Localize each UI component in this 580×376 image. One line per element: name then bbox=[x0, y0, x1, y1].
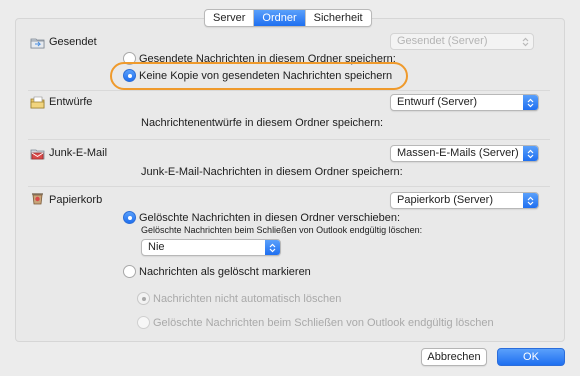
cancel-button[interactable]: Abbrechen bbox=[421, 348, 487, 366]
sent-folder-icon bbox=[30, 38, 45, 49]
divider bbox=[28, 90, 550, 91]
chevron-updown-icon bbox=[518, 34, 533, 49]
ok-button[interactable]: OK bbox=[497, 348, 565, 366]
trash-folder-popup-value: Papierkorb (Server) bbox=[397, 194, 493, 206]
chevron-updown-icon bbox=[265, 240, 280, 255]
tab-bar: Server Ordner Sicherheit bbox=[204, 9, 372, 27]
sent-nocopy-option[interactable]: Keine Kopie von gesendeten Nachrichten s… bbox=[123, 69, 392, 82]
trash-icon bbox=[32, 193, 43, 205]
trash-nodelete-label: Nachrichten nicht automatisch löschen bbox=[153, 292, 342, 305]
chevron-updown-icon bbox=[523, 95, 538, 110]
trash-purge-suboption: Gelöschte Nachrichten beim Schließen von… bbox=[137, 316, 494, 329]
junk-folder-popup[interactable]: Massen-E-Mails (Server) bbox=[390, 145, 539, 162]
divider bbox=[28, 139, 550, 140]
trash-mark-option[interactable]: Nachrichten als gelöscht markieren bbox=[123, 265, 311, 278]
sent-label: Gesendet bbox=[49, 36, 97, 48]
drafts-description: Nachrichtenentwürfe in diesem Ordner spe… bbox=[141, 117, 384, 129]
sent-folder-popup: Gesendet (Server) bbox=[390, 33, 534, 50]
chevron-updown-icon bbox=[523, 193, 538, 208]
trash-folder-popup[interactable]: Papierkorb (Server) bbox=[390, 192, 539, 209]
drafts-label: Entwürfe bbox=[49, 96, 93, 108]
trash-purge-sub-label: Gelöschte Nachrichten beim Schließen von… bbox=[153, 316, 494, 329]
sent-folder-popup-value: Gesendet (Server) bbox=[397, 35, 488, 47]
trash-move-label: Gelöschte Nachrichten in diesen Ordner v… bbox=[139, 211, 401, 224]
tab-ordner[interactable]: Ordner bbox=[254, 10, 306, 26]
divider bbox=[28, 186, 550, 187]
junk-description: Junk-E-Mail-Nachrichten in diesem Ordner… bbox=[141, 166, 403, 178]
tab-sicherheit[interactable]: Sicherheit bbox=[306, 10, 371, 26]
trash-purge-label: Gelöschte Nachrichten beim Schließen von… bbox=[141, 225, 423, 235]
tab-server[interactable]: Server bbox=[205, 10, 255, 26]
drafts-folder-popup[interactable]: Entwurf (Server) bbox=[390, 94, 539, 111]
junk-folder-icon bbox=[30, 149, 45, 160]
junk-folder-popup-value: Massen-E-Mails (Server) bbox=[397, 147, 519, 159]
sent-nocopy-label: Keine Kopie von gesendeten Nachrichten s… bbox=[139, 69, 393, 82]
trash-move-radio[interactable] bbox=[123, 211, 136, 224]
drafts-folder-popup-value: Entwurf (Server) bbox=[397, 96, 478, 108]
trash-label: Papierkorb bbox=[49, 194, 103, 206]
trash-nodelete-suboption: Nachrichten nicht automatisch löschen bbox=[137, 292, 341, 305]
trash-purge-radio bbox=[137, 316, 150, 329]
trash-mark-label: Nachrichten als gelöscht markieren bbox=[139, 265, 311, 278]
drafts-folder-icon bbox=[30, 96, 45, 109]
chevron-updown-icon bbox=[523, 146, 538, 161]
trash-move-option[interactable]: Gelöschte Nachrichten in diesen Ordner v… bbox=[123, 211, 400, 224]
trash-mark-radio[interactable] bbox=[123, 265, 136, 278]
trash-purge-popup[interactable]: Nie bbox=[141, 239, 281, 256]
sent-nocopy-radio[interactable] bbox=[123, 69, 136, 82]
junk-label: Junk-E-Mail bbox=[49, 147, 108, 159]
trash-nodelete-radio bbox=[137, 292, 150, 305]
trash-purge-popup-value: Nie bbox=[148, 241, 165, 253]
